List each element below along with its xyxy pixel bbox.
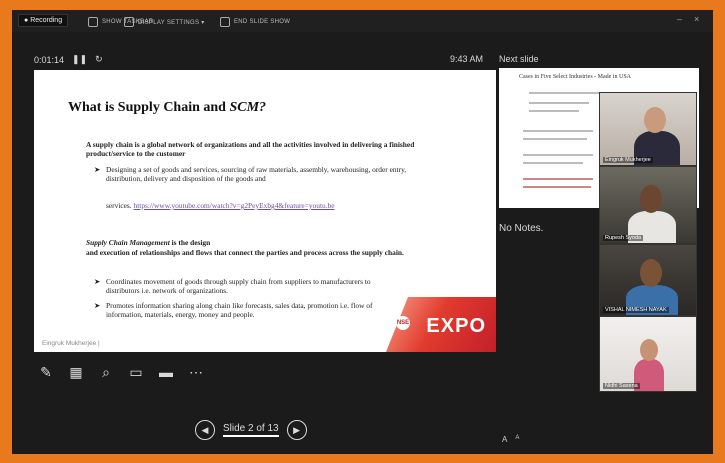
participant-face (640, 185, 662, 213)
notes-area: No Notes. (499, 223, 544, 234)
slide-bullet-2: Coordinates movement of goods through su… (106, 277, 371, 295)
participant-face (640, 259, 662, 287)
participant-name: VISHAL NIMESH NAYAK (603, 307, 669, 313)
youtube-link[interactable]: https://www.youtube.com/watch?v=g2PeyExb… (134, 201, 335, 210)
end-slide-show-button[interactable]: END SLIDE SHOW (220, 17, 290, 27)
presenter-window: ● Recording SHOW TASKBAR DISPLAY SETTING… (12, 10, 713, 454)
black-screen-icon[interactable]: ▬ (156, 362, 176, 382)
current-slide[interactable]: What is Supply Chain and SCM? A supply c… (34, 70, 496, 352)
thumb-line (523, 138, 587, 140)
slide-title-italic: SCM? (229, 100, 267, 115)
end-show-icon (220, 17, 230, 27)
pen-icon[interactable]: ✎ (36, 362, 56, 382)
bullet-arrow-icon: ➤ (94, 301, 101, 310)
bullet-arrow-icon: ➤ (94, 165, 101, 174)
thumb-line (523, 186, 591, 188)
slide-title-plain: What is Supply Chain and (68, 100, 230, 115)
pointer-icon[interactable]: ▭ (126, 362, 146, 382)
participant-video-tile: Nidhi Saxena (599, 316, 697, 392)
chevron-left-icon: ◀ (201, 424, 209, 435)
participant-video-tile: Eingruk Mukherjee (599, 92, 697, 166)
nse-logo: NSE (396, 316, 410, 330)
thumb-line (529, 110, 579, 112)
participant-face (640, 339, 658, 361)
minimize-button[interactable]: – (677, 14, 682, 24)
bullet-arrow-icon: ➤ (94, 277, 101, 286)
recording-indicator: ● Recording (18, 14, 69, 27)
display-settings-button[interactable]: DISPLAY SETTINGS ▾ (124, 17, 205, 27)
slide-paragraph-2-cont: and execution of relationships and flows… (86, 248, 404, 257)
slide-author: Eingruk Mukherjee | (42, 340, 100, 347)
slide-bullet-3: Promotes information sharing along chain… (106, 301, 373, 319)
timer: 0:01:14 ❚❚ ↻ (34, 54, 103, 65)
restart-icon[interactable]: ↻ (95, 54, 103, 65)
slide-navigation: ◀ Slide 2 of 13 ▶ (195, 420, 307, 440)
display-settings-icon (124, 17, 134, 27)
previous-slide-button[interactable]: ◀ (195, 420, 215, 440)
zoom-icon[interactable]: ⌕ (96, 362, 116, 382)
scm-intro: is the design (169, 238, 211, 247)
clock: 9:43 AM (450, 54, 484, 64)
display-settings-label: DISPLAY SETTINGS ▾ (138, 19, 205, 26)
slide-paragraph-2: Supply Chain Management is the design (86, 238, 426, 247)
recording-label: Recording (30, 17, 63, 24)
top-toolbar: ● Recording SHOW TASKBAR DISPLAY SETTING… (12, 10, 713, 32)
thumb-line (523, 178, 593, 180)
participant-name: Nidhi Saxena (603, 383, 640, 389)
taskbar-icon (88, 17, 98, 27)
slide-title: What is Supply Chain and SCM? (68, 100, 266, 116)
slide-bullet-1: Designing a set of goods and services, s… (106, 165, 407, 183)
expo-logo-text: EXPO (426, 315, 486, 337)
participant-name: Eingruk Mukherjee (603, 157, 653, 163)
thumb-line (529, 92, 599, 94)
slide-bullet-1-tail: services. https://www.youtube.com/watch?… (106, 201, 436, 210)
thumb-line (523, 130, 593, 132)
thumb-line (529, 102, 589, 104)
next-slide-button[interactable]: ▶ (286, 420, 307, 440)
thumb-line (523, 154, 593, 156)
thumb-line (523, 162, 583, 164)
participant-video-tile: Rupesh Syoda (599, 166, 697, 244)
slide-counter[interactable]: Slide 2 of 13 (223, 423, 279, 437)
see-all-slides-icon[interactable]: ▦ (66, 362, 86, 382)
next-slide-label: Next slide (499, 54, 539, 64)
increase-font-button[interactable]: A (502, 435, 507, 444)
decrease-font-button[interactable]: A (515, 435, 519, 444)
close-button[interactable]: × (694, 14, 699, 24)
pause-icon[interactable]: ❚❚ (72, 54, 87, 65)
scm-term: Supply Chain Management (86, 238, 170, 247)
next-slide-title: Cases in Five Select Industries - Made i… (519, 74, 631, 80)
participant-name: Rupesh Syoda (603, 235, 644, 241)
end-slide-show-label: END SLIDE SHOW (234, 19, 291, 25)
participant-face (644, 107, 666, 133)
bullet-1-tail-text: services. (106, 201, 132, 210)
participant-video-tile: VISHAL NIMESH NAYAK (599, 244, 697, 316)
slide-paragraph-1: A supply chain is a global network of or… (86, 140, 415, 158)
chevron-right-icon: ▶ (293, 424, 301, 435)
font-size-controls: A A (502, 435, 519, 444)
elapsed-time: 0:01:14 (34, 54, 65, 65)
more-options-icon[interactable]: ⋯ (186, 362, 206, 382)
presenter-tools: ✎ ▦ ⌕ ▭ ▬ ⋯ (36, 362, 206, 382)
